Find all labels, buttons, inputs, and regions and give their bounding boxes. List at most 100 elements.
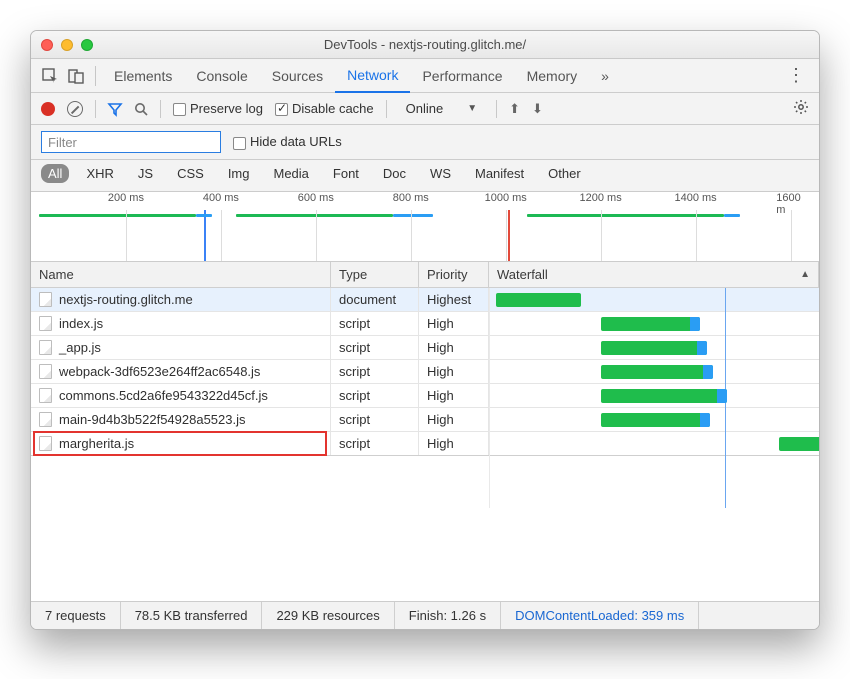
table-row[interactable]: commons.5cd2a6fe9543322d45cf.jsscriptHig… bbox=[31, 384, 819, 408]
preserve-log-checkbox[interactable]: Preserve log bbox=[173, 101, 263, 116]
cell-waterfall bbox=[489, 360, 819, 383]
separator bbox=[386, 100, 387, 118]
file-icon bbox=[39, 388, 52, 403]
col-waterfall-label: Waterfall bbox=[497, 267, 548, 282]
timeline-tick: 800 ms bbox=[393, 192, 429, 204]
table-row[interactable]: webpack-3df6523e264ff2ac6548.jsscriptHig… bbox=[31, 360, 819, 384]
network-toolbar: Preserve log Disable cache Online ▼ ⬆ ⬇ bbox=[31, 93, 819, 125]
search-icon[interactable] bbox=[134, 102, 148, 116]
timeline-tick: 1400 ms bbox=[674, 192, 716, 204]
tab-performance[interactable]: Performance bbox=[410, 59, 514, 93]
disable-cache-checkbox[interactable]: Disable cache bbox=[275, 101, 374, 116]
filter-chip-doc[interactable]: Doc bbox=[376, 164, 413, 183]
cell-priority: High bbox=[419, 432, 489, 455]
filter-chip-manifest[interactable]: Manifest bbox=[468, 164, 531, 183]
cell-waterfall bbox=[489, 432, 819, 455]
tab-memory[interactable]: Memory bbox=[515, 59, 590, 93]
cell-name: index.js bbox=[31, 312, 331, 335]
cell-name: main-9d4b3b522f54928a5523.js bbox=[31, 408, 331, 431]
filter-chip-media[interactable]: Media bbox=[266, 164, 315, 183]
filter-chip-ws[interactable]: WS bbox=[423, 164, 458, 183]
waterfall-bar bbox=[601, 413, 710, 427]
preserve-log-label: Preserve log bbox=[190, 101, 263, 116]
har-buttons: ⬆ ⬇ bbox=[509, 101, 543, 117]
record-button[interactable] bbox=[41, 102, 55, 116]
throttling-value: Online bbox=[406, 101, 444, 116]
separator bbox=[95, 100, 96, 118]
settings-icon[interactable] bbox=[793, 99, 809, 118]
tab-sources[interactable]: Sources bbox=[260, 59, 335, 93]
panel-tabs: Elements Console Sources Network Perform… bbox=[31, 59, 819, 93]
filter-input[interactable]: Filter bbox=[41, 131, 221, 153]
filter-bar: Filter Hide data URLs bbox=[31, 125, 819, 160]
filter-chip-xhr[interactable]: XHR bbox=[79, 164, 120, 183]
cell-priority: High bbox=[419, 336, 489, 359]
table-body: nextjs-routing.glitch.medocumentHighesti… bbox=[31, 288, 819, 508]
device-toolbar-icon[interactable] bbox=[63, 63, 89, 89]
hide-data-urls-label: Hide data URLs bbox=[250, 134, 342, 149]
request-name: nextjs-routing.glitch.me bbox=[59, 292, 193, 307]
filter-chip-img[interactable]: Img bbox=[221, 164, 257, 183]
col-priority[interactable]: Priority bbox=[419, 262, 489, 287]
col-name[interactable]: Name bbox=[31, 262, 331, 287]
cell-type: script bbox=[331, 336, 419, 359]
table-row[interactable]: _app.jsscriptHigh bbox=[31, 336, 819, 360]
waterfall-bar bbox=[779, 437, 819, 451]
waterfall-bar bbox=[601, 389, 726, 403]
filter-placeholder: Filter bbox=[48, 135, 77, 150]
col-type[interactable]: Type bbox=[331, 262, 419, 287]
tab-elements[interactable]: Elements bbox=[102, 59, 184, 93]
table-row[interactable]: margherita.jsscriptHigh bbox=[31, 432, 819, 456]
file-icon bbox=[39, 340, 52, 355]
inspect-element-icon[interactable] bbox=[37, 63, 63, 89]
filter-chip-js[interactable]: JS bbox=[131, 164, 160, 183]
status-bar: 7 requests 78.5 KB transferred 229 KB re… bbox=[31, 601, 819, 629]
filter-chip-css[interactable]: CSS bbox=[170, 164, 211, 183]
cell-priority: High bbox=[419, 408, 489, 431]
table-row[interactable]: main-9d4b3b522f54928a5523.jsscriptHigh bbox=[31, 408, 819, 432]
more-menu-icon[interactable]: ⋮ bbox=[779, 65, 813, 86]
cell-name: margherita.js bbox=[31, 432, 331, 455]
cell-waterfall bbox=[489, 288, 819, 311]
cell-name: webpack-3df6523e264ff2ac6548.js bbox=[31, 360, 331, 383]
timeline-tick: 1200 ms bbox=[580, 192, 622, 204]
sort-indicator-icon: ▲ bbox=[800, 269, 810, 280]
separator bbox=[160, 100, 161, 118]
filter-toggle-icon[interactable] bbox=[108, 102, 122, 116]
timeline-tick: 400 ms bbox=[203, 192, 239, 204]
clear-button[interactable] bbox=[67, 101, 83, 117]
hide-data-urls-checkbox[interactable]: Hide data URLs bbox=[233, 134, 342, 149]
cell-name: nextjs-routing.glitch.me bbox=[31, 288, 331, 311]
table-row[interactable]: index.jsscriptHigh bbox=[31, 312, 819, 336]
tabs-overflow[interactable]: » bbox=[589, 59, 621, 93]
cell-type: script bbox=[331, 384, 419, 407]
tab-console[interactable]: Console bbox=[184, 59, 259, 93]
table-header: Name Type Priority Waterfall ▲ bbox=[31, 262, 819, 288]
table-row[interactable]: nextjs-routing.glitch.medocumentHighest bbox=[31, 288, 819, 312]
filter-chip-other[interactable]: Other bbox=[541, 164, 588, 183]
file-icon bbox=[39, 436, 52, 451]
col-waterfall[interactable]: Waterfall ▲ bbox=[489, 262, 819, 287]
chevron-down-icon: ▼ bbox=[467, 103, 477, 114]
waterfall-bar bbox=[496, 293, 582, 307]
separator bbox=[496, 100, 497, 118]
filter-chip-font[interactable]: Font bbox=[326, 164, 366, 183]
request-name: index.js bbox=[59, 316, 103, 331]
overview-timeline[interactable]: 200 ms400 ms600 ms800 ms1000 ms1200 ms14… bbox=[31, 192, 819, 262]
filter-chip-all[interactable]: All bbox=[41, 164, 69, 183]
status-finish: Finish: 1.26 s bbox=[395, 602, 501, 629]
upload-har-icon[interactable]: ⬆ bbox=[509, 101, 520, 117]
request-name: main-9d4b3b522f54928a5523.js bbox=[59, 412, 246, 427]
throttling-select[interactable]: Online ▼ bbox=[399, 100, 484, 117]
cell-name: commons.5cd2a6fe9543322d45cf.js bbox=[31, 384, 331, 407]
request-name: commons.5cd2a6fe9543322d45cf.js bbox=[59, 388, 268, 403]
cell-waterfall bbox=[489, 336, 819, 359]
request-name: margherita.js bbox=[59, 436, 134, 451]
tab-network[interactable]: Network bbox=[335, 59, 410, 93]
download-har-icon[interactable]: ⬇ bbox=[532, 101, 543, 117]
timeline-tick: 1000 ms bbox=[485, 192, 527, 204]
waterfall-bar bbox=[601, 317, 700, 331]
status-requests: 7 requests bbox=[31, 602, 121, 629]
file-icon bbox=[39, 364, 52, 379]
file-icon bbox=[39, 412, 52, 427]
